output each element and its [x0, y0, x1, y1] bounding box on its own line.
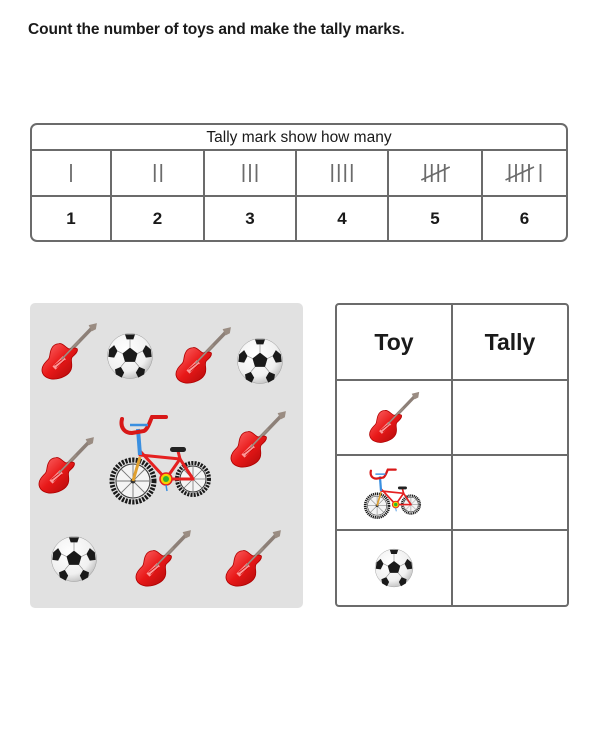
answer-table: Toy Tally	[335, 303, 569, 607]
tally-cell-5	[389, 151, 483, 195]
tally-mark-3-icon	[242, 164, 258, 182]
guitar-icon	[222, 528, 284, 590]
guitar-icon	[366, 390, 422, 446]
soccer-ball-icon	[49, 534, 99, 584]
bicycle-icon	[108, 411, 218, 506]
tally-mark-5-icon	[420, 164, 451, 182]
number-cell-5: 5	[389, 197, 483, 240]
tally-header-cell: Tally	[453, 305, 567, 379]
tally-mark-2-icon	[153, 164, 162, 182]
numbers-row: 1 2 3 4 5 6	[32, 197, 566, 240]
tally-mark-4-icon	[331, 164, 353, 182]
guitar-icon	[227, 409, 289, 471]
number-cell-6: 6	[483, 197, 566, 240]
tally-answer-cell-bicycle[interactable]	[453, 456, 567, 529]
tally-mark-1-icon	[70, 164, 72, 182]
guitar-icon	[38, 321, 100, 383]
answer-row-bicycle	[337, 456, 567, 531]
tally-cell-6	[483, 151, 566, 195]
tally-cell-3	[205, 151, 297, 195]
number-cell-4: 4	[297, 197, 389, 240]
number-cell-3: 3	[205, 197, 297, 240]
number-cell-2: 2	[112, 197, 205, 240]
guitar-icon	[35, 435, 97, 497]
toy-cell	[337, 381, 453, 454]
number-label: 5	[430, 208, 440, 228]
tally-cell-2	[112, 151, 205, 195]
guitar-icon	[172, 325, 234, 387]
tally-mark-6-icon	[504, 164, 541, 182]
answer-table-header: Toy Tally	[337, 305, 567, 381]
tally-header: Tally	[484, 328, 536, 355]
answer-row-ball	[337, 531, 567, 605]
tally-cell-4	[297, 151, 389, 195]
soccer-ball-icon	[235, 336, 285, 386]
tally-marks-row	[32, 151, 566, 197]
number-label: 3	[245, 208, 255, 228]
toy-header-cell: Toy	[337, 305, 453, 379]
tally-answer-cell-guitar[interactable]	[453, 381, 567, 454]
toy-header: Toy	[374, 328, 414, 355]
toy-cell	[337, 456, 453, 529]
tally-reference-table: Tally mark show how many 1 2 3 4 5 6	[30, 123, 568, 242]
soccer-ball-icon	[373, 547, 415, 589]
toys-picture-box	[30, 303, 303, 608]
bicycle-icon	[363, 466, 425, 520]
number-label: 2	[152, 208, 163, 228]
toy-cell	[337, 531, 453, 605]
tally-answer-cell-ball[interactable]	[453, 531, 567, 605]
tally-reference-title: Tally mark show how many	[32, 125, 566, 151]
number-label: 6	[519, 208, 530, 228]
number-label: 1	[66, 208, 76, 228]
instruction-text: Count the number of toys and make the ta…	[28, 21, 405, 38]
guitar-icon	[132, 528, 194, 590]
number-label: 4	[337, 208, 347, 228]
soccer-ball-icon	[105, 331, 155, 381]
answer-row-guitar	[337, 381, 567, 456]
number-cell-1: 1	[32, 197, 112, 240]
tally-cell-1	[32, 151, 112, 195]
